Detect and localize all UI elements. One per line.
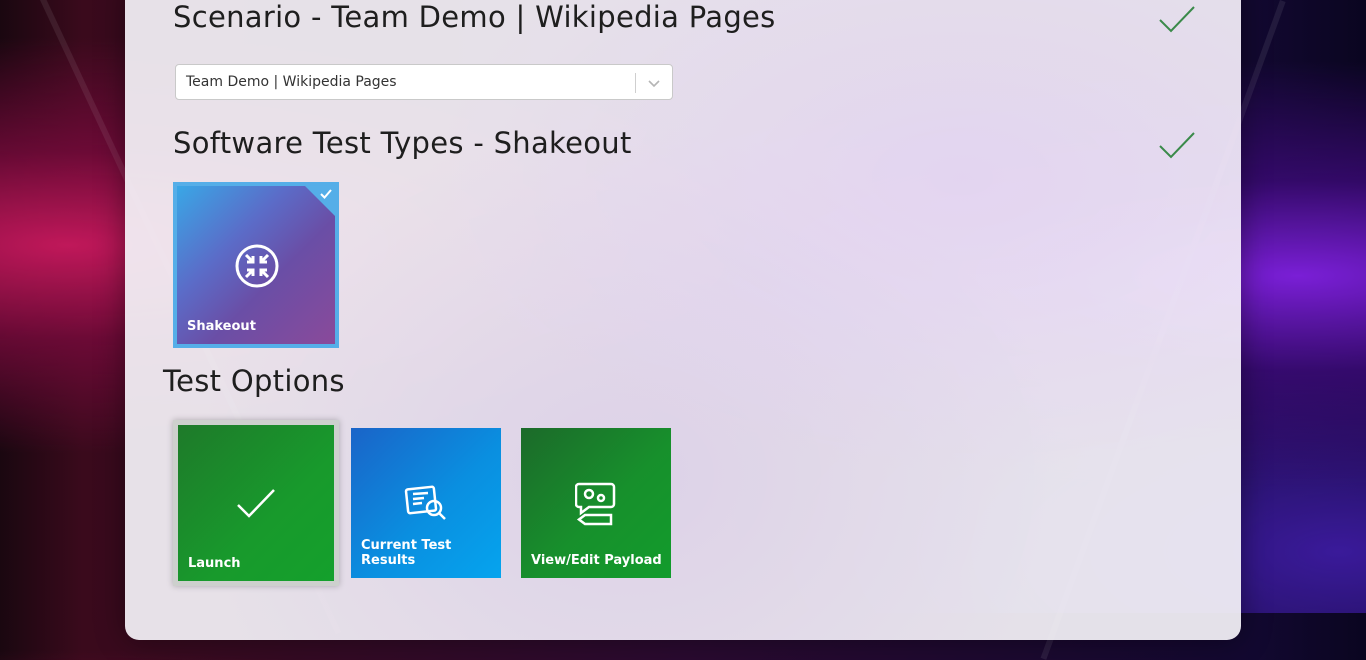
launch-tile-label: Launch: [188, 556, 241, 571]
scenario-complete-check-icon: [1159, 6, 1195, 33]
current-test-results-label: Current Test Results: [361, 538, 452, 568]
selected-check-icon: [320, 189, 332, 199]
test-types-complete-check-icon: [1159, 132, 1195, 159]
scenario-select[interactable]: Team Demo | Wikipedia Pages: [175, 64, 673, 100]
view-edit-payload-label: View/Edit Payload: [531, 553, 662, 568]
test-types-title: Software Test Types - Shakeout: [173, 126, 632, 160]
compress-arrows-icon: [235, 244, 279, 288]
test-options-title: Test Options: [163, 364, 345, 398]
checkmark-icon: [237, 489, 275, 518]
current-test-results-tile[interactable]: Current Test Results: [351, 428, 501, 578]
shakeout-tile-label: Shakeout: [187, 319, 256, 334]
scenario-select-value: Team Demo | Wikipedia Pages: [186, 74, 397, 90]
shakeout-test-type-tile[interactable]: Shakeout: [173, 182, 339, 348]
chat-gears-icon: [575, 482, 616, 526]
scenario-title: Scenario - Team Demo | Wikipedia Pages: [173, 0, 776, 34]
launch-button-tile[interactable]: Launch: [173, 420, 339, 586]
chevron-down-icon[interactable]: [646, 75, 662, 91]
document-search-icon: [404, 485, 446, 520]
view-edit-payload-tile[interactable]: View/Edit Payload: [521, 428, 671, 578]
select-separator: [635, 73, 636, 93]
